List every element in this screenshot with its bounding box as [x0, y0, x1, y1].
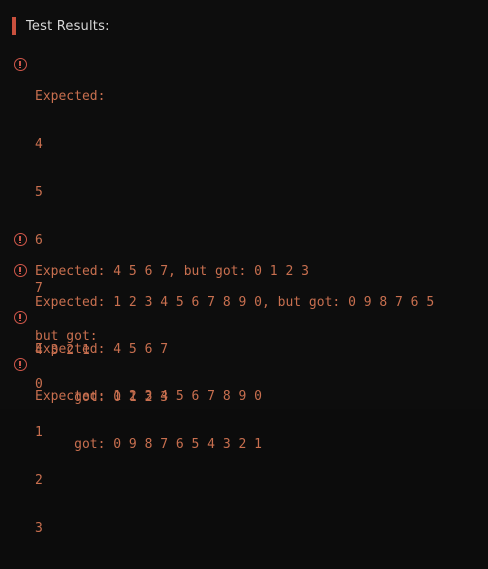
error-circle-icon	[14, 264, 27, 277]
error-circle-icon	[14, 233, 27, 246]
result-line: Expected: 1 2 3 4 5 6 7 8 9 0, but got: …	[35, 295, 435, 310]
result-line: Expected: 1 2 3 4 5 6 7 8 9 0	[35, 389, 262, 404]
result-message: Expected: 1 2 3 4 5 6 7 8 9 0 got: 0 9 8…	[35, 357, 262, 485]
result-line: Expected: 4 5 6 7	[35, 342, 169, 357]
error-circle-icon	[14, 58, 27, 71]
result-line: got: 0 9 8 7 6 5 4 3 2 1	[35, 437, 262, 452]
result-row: Expected: 1 2 3 4 5 6 7 8 9 0 got: 0 9 8…	[14, 357, 262, 485]
result-line: 3	[35, 521, 43, 536]
error-circle-icon	[14, 311, 27, 324]
result-line: 4	[35, 137, 43, 152]
error-circle-icon	[14, 358, 27, 371]
test-results-title: Test Results:	[26, 18, 110, 34]
test-result-5: Expected: 1 2 3 4 5 6 7 8 9 0 got: 0 9 8…	[14, 357, 262, 485]
result-line: Expected:	[35, 89, 106, 104]
result-line: 5	[35, 185, 43, 200]
test-results-panel: Test Results: Expected: 4 5 6 7 but got:…	[0, 0, 488, 536]
header-accent-bar	[12, 17, 16, 35]
test-results-header: Test Results:	[12, 17, 110, 35]
